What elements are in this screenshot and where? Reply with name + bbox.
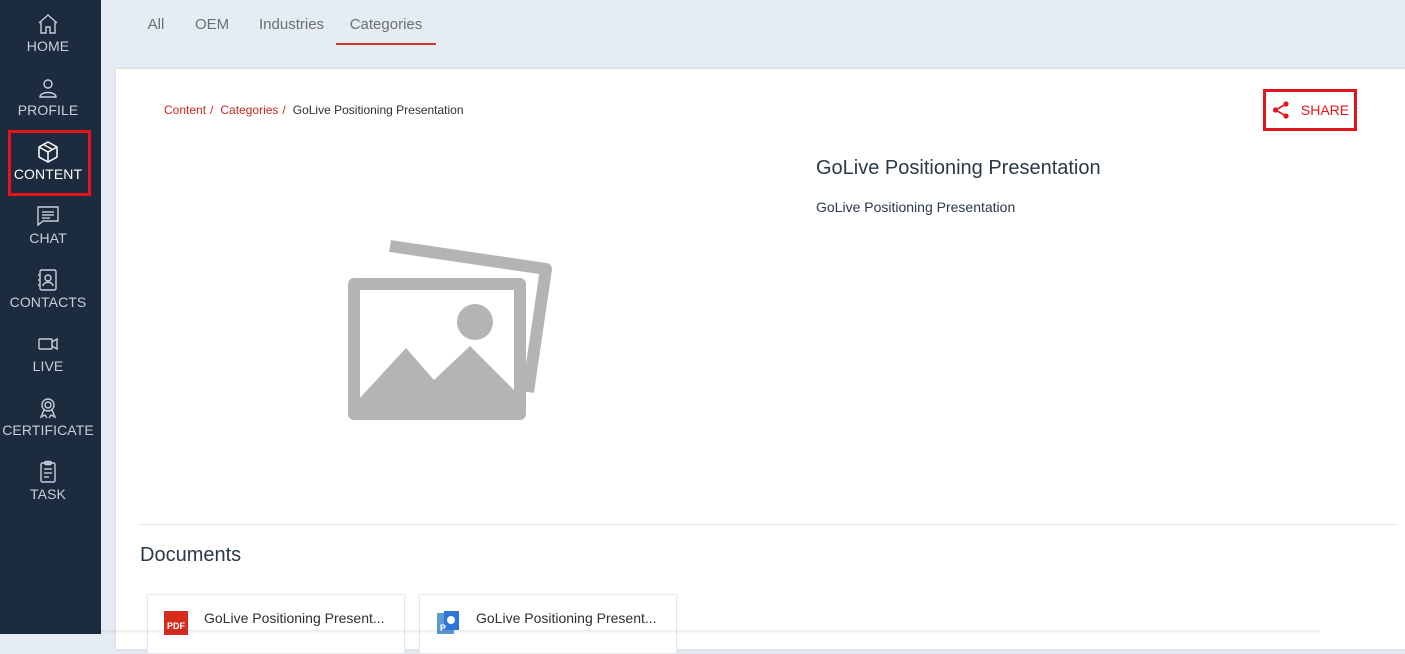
breadcrumb-separator: / bbox=[210, 103, 214, 117]
breadcrumb-content[interactable]: Content bbox=[164, 103, 206, 117]
bottom-edge-shadow bbox=[80, 630, 1320, 634]
nav-task-label: TASK bbox=[30, 486, 66, 502]
tab-oem[interactable]: OEM bbox=[195, 0, 229, 45]
share-icon bbox=[1272, 101, 1289, 119]
nav-certificate[interactable]: CERTIFICATE bbox=[0, 384, 96, 448]
share-label: SHARE bbox=[1300, 102, 1350, 118]
content-highlight-frame bbox=[8, 130, 91, 196]
share-button[interactable]: SHARE bbox=[1263, 89, 1357, 131]
nav-certificate-label: CERTIFICATE bbox=[2, 422, 94, 438]
nav-contacts-label: CONTACTS bbox=[9, 294, 87, 310]
breadcrumb: Content / Categories / GoLive Positionin… bbox=[164, 103, 464, 117]
nav-chat-label: CHAT bbox=[29, 230, 67, 246]
nav-contacts[interactable]: CONTACTS bbox=[0, 256, 96, 320]
nav-home-label: HOME bbox=[26, 38, 70, 54]
user-icon bbox=[39, 79, 57, 98]
breadcrumb-categories[interactable]: Categories bbox=[220, 103, 278, 117]
content-detail-card: Content / Categories / GoLive Positionin… bbox=[116, 69, 1405, 654]
certificate-icon bbox=[39, 398, 57, 419]
document-name: GoLive Positioning Present... bbox=[476, 610, 657, 626]
nav-home[interactable]: HOME bbox=[0, 0, 96, 64]
document-card[interactable]: PDF GoLive Positioning Present... bbox=[147, 594, 405, 654]
documents-heading: Documents bbox=[140, 544, 242, 566]
tab-categories[interactable]: Categories bbox=[336, 0, 436, 45]
content-description: GoLive Positioning Presentation bbox=[816, 199, 1016, 215]
breadcrumb-current: GoLive Positioning Presentation bbox=[292, 103, 464, 117]
contacts-icon bbox=[38, 269, 57, 291]
category-tab-bar: All OEM Industries Categories bbox=[101, 0, 1405, 52]
image-placeholder-icon bbox=[348, 240, 552, 420]
nav-live[interactable]: LIVE bbox=[0, 320, 96, 384]
section-divider bbox=[140, 524, 1396, 525]
tab-all[interactable]: All bbox=[147, 0, 165, 45]
tab-industries[interactable]: Industries bbox=[259, 0, 324, 45]
clipboard-icon bbox=[40, 460, 56, 483]
nav-task[interactable]: TASK bbox=[0, 448, 96, 512]
document-name: GoLive Positioning Present... bbox=[204, 610, 385, 626]
sidebar: HOME PROFILE CONTENT CHAT CONTACTS LIVE bbox=[0, 0, 101, 634]
document-card[interactable]: P GoLive Positioning Present... bbox=[419, 594, 677, 654]
nav-live-label: LIVE bbox=[32, 358, 64, 374]
chat-icon bbox=[37, 206, 59, 227]
breadcrumb-separator: / bbox=[282, 103, 286, 117]
nav-profile[interactable]: PROFILE bbox=[0, 64, 96, 128]
content-title: GoLive Positioning Presentation bbox=[816, 157, 1101, 179]
nav-chat[interactable]: CHAT bbox=[0, 192, 96, 256]
nav-profile-label: PROFILE bbox=[17, 102, 79, 118]
video-icon bbox=[38, 337, 58, 351]
home-icon bbox=[38, 14, 58, 34]
